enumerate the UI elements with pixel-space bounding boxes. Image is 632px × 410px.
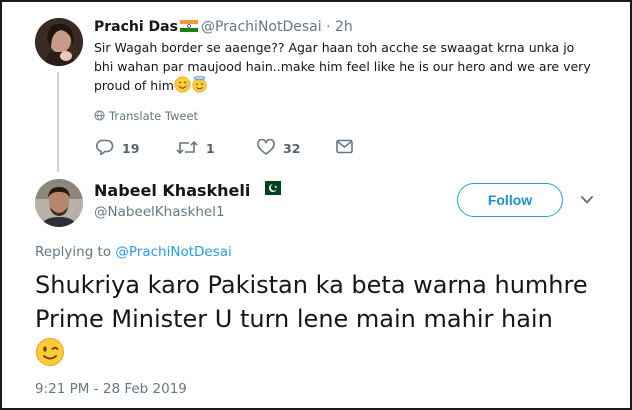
reply-action[interactable]: 19 — [96, 139, 139, 156]
replying-to-line: Replying to @PrachiNotDesai — [35, 244, 232, 260]
reply-tweet-text: Sir Wagah border se aaenge?? Agar haan t… — [94, 38, 594, 95]
chevron-down-icon[interactable] — [580, 195, 594, 205]
halo-face-icon — [192, 76, 207, 93]
globe-icon — [94, 110, 105, 121]
envelope-icon — [336, 139, 353, 154]
pakistan-flag-icon — [260, 181, 282, 195]
smiling-face-icon — [174, 76, 191, 93]
tweet-timestamp[interactable]: 9:21 PM - 28 Feb 2019 — [35, 381, 187, 397]
main-author-name[interactable]: Nabeel Khaskheli — [94, 181, 282, 200]
header-separator: · — [326, 19, 331, 35]
reply-author-handle[interactable]: @PrachiNotDesai — [201, 19, 322, 35]
reply-icon — [96, 139, 114, 156]
like-count: 32 — [283, 141, 301, 156]
like-action[interactable]: 32 — [257, 138, 301, 156]
avatar-prachi[interactable] — [35, 18, 83, 66]
reply-author-name[interactable]: Prachi Das — [94, 19, 178, 35]
thread-connector-line — [57, 72, 59, 172]
reply-tweet-header: Prachi Das @PrachiNotDesai · 2h — [94, 18, 353, 36]
translate-tweet-link[interactable]: Translate Tweet — [94, 109, 198, 123]
retweet-action[interactable]: 1 — [176, 139, 215, 156]
direct-message-action[interactable] — [336, 139, 353, 154]
main-author-handle[interactable]: @NabeelKhaskhel1 — [94, 204, 225, 220]
main-text-line-1: Shukriya karo Pakistan ka beta warna hum… — [35, 271, 588, 299]
reply-text-content: Sir Wagah border se aaenge?? Agar haan t… — [94, 40, 591, 93]
retweet-icon — [176, 140, 198, 155]
main-text-line-2: Prime Minister U turn lene main mahir ha… — [35, 305, 553, 333]
translate-label: Translate Tweet — [109, 109, 199, 123]
retweet-count: 1 — [206, 141, 215, 156]
replying-prefix: Replying to — [35, 244, 112, 260]
avatar-nabeel[interactable] — [35, 179, 83, 227]
winking-face-icon — [36, 338, 64, 366]
replying-handle-link[interactable]: @PrachiNotDesai — [115, 244, 231, 260]
heart-icon — [257, 138, 275, 155]
main-author-name-text: Nabeel Khaskheli — [94, 181, 251, 200]
follow-button[interactable]: Follow — [457, 183, 563, 217]
tweet-card: Prachi Das @PrachiNotDesai · 2h Sir Wagah… — [0, 0, 632, 410]
main-tweet-text: Shukriya karo Pakistan ka beta warna hum… — [35, 268, 625, 370]
reply-time-ago[interactable]: 2h — [335, 19, 353, 35]
reply-count: 19 — [122, 141, 140, 156]
india-flag-icon — [179, 20, 198, 32]
